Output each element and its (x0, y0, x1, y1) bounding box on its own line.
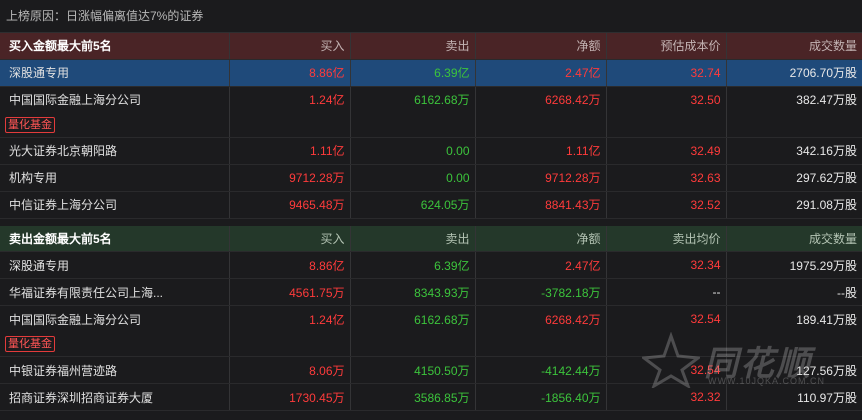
price: 32.63 (606, 164, 727, 192)
col-net[interactable]: 净额 (475, 33, 607, 60)
price: 32.54 (606, 356, 727, 384)
buy-amount: 1.24亿 (229, 86, 351, 113)
col-avg-sell-price[interactable]: 卖出均价 (606, 225, 727, 252)
broker-name[interactable]: 中国国际金融上海分公司 (0, 305, 230, 333)
volume: 127.56万股 (726, 356, 862, 384)
volume: 291.08万股 (726, 191, 862, 219)
price: 32.49 (606, 137, 727, 165)
broker-name[interactable]: 深股通专用 (0, 251, 230, 279)
net-amount: 2.47亿 (475, 251, 607, 279)
table-row[interactable]: 中国国际金融上海分公司 1.24亿 6162.68万 6268.42万 32.5… (0, 86, 862, 113)
volume: 342.16万股 (726, 137, 862, 165)
col-sell[interactable]: 卖出 (350, 225, 476, 252)
table-row[interactable]: 中国国际金融上海分公司 1.24亿 6162.68万 6268.42万 32.5… (0, 305, 862, 333)
sell-amount: 3586.85万 (350, 383, 476, 411)
price: 32.32 (606, 383, 727, 411)
sell-amount: 0.00 (350, 164, 476, 192)
sell-amount: 6.39亿 (350, 59, 476, 87)
table-row[interactable]: 中银证券福州营迹路 8.06万 4150.50万 -4142.44万 32.54… (0, 356, 862, 384)
table-row[interactable]: 光大证券北京朝阳路 1.11亿 0.00 1.11亿 32.49 342.16万… (0, 137, 862, 165)
sell-amount: 6162.68万 (350, 86, 476, 113)
table-row-tag: 量化基金 (0, 332, 862, 357)
table-row[interactable]: 机构专用 9712.28万 0.00 9712.28万 32.63 297.62… (0, 164, 862, 192)
price: -- (606, 278, 727, 306)
broker-name[interactable]: 华福证券有限责任公司上海... (0, 278, 230, 306)
table-row-tag: 量化基金 (0, 113, 862, 138)
price: 32.52 (606, 191, 727, 219)
buy-amount: 9712.28万 (229, 164, 351, 192)
buy-amount: 8.86亿 (229, 251, 351, 279)
col-buy[interactable]: 买入 (229, 225, 351, 252)
sell-amount: 4150.50万 (350, 356, 476, 384)
col-est-cost[interactable]: 预估成本价 (606, 33, 727, 60)
net-amount: 8841.43万 (475, 191, 607, 219)
volume: 110.97万股 (726, 383, 862, 411)
table-row[interactable]: 华福证券有限责任公司上海... 4561.75万 8343.93万 -3782.… (0, 278, 862, 306)
buy-table-header: 买入金额最大前5名 买入 卖出 净额 预估成本价 成交数量 (0, 33, 862, 60)
broker-name[interactable]: 中信证券上海分公司 (0, 191, 230, 219)
buy-amount: 1.11亿 (229, 137, 351, 165)
table-row[interactable]: 深股通专用 8.86亿 6.39亿 2.47亿 32.34 1975.29万股 (0, 251, 862, 279)
broker-name[interactable]: 中银证券福州营迹路 (0, 356, 230, 384)
quant-fund-badge[interactable]: 量化基金 (5, 116, 55, 133)
sell-section-title: 卖出金额最大前5名 (0, 225, 230, 252)
price: 32.34 (606, 251, 727, 279)
sell-amount: 0.00 (350, 137, 476, 165)
buy-amount: 8.06万 (229, 356, 351, 384)
table-row[interactable]: 招商证券深圳招商证券大厦 1730.45万 3586.85万 -1856.40万… (0, 383, 862, 411)
buy-amount: 8.86亿 (229, 59, 351, 87)
buy-amount: 4561.75万 (229, 278, 351, 306)
net-amount: -4142.44万 (475, 356, 607, 384)
broker-name[interactable]: 光大证券北京朝阳路 (0, 137, 230, 165)
price: 32.74 (606, 59, 727, 87)
volume: 2706.70万股 (726, 59, 862, 87)
sell-amount: 8343.93万 (350, 278, 476, 306)
sell-top5-table: 卖出金额最大前5名 买入 卖出 净额 卖出均价 成交数量 深股通专用 8.86亿… (0, 225, 862, 411)
price: 32.50 (606, 86, 727, 113)
sell-amount: 6.39亿 (350, 251, 476, 279)
col-net[interactable]: 净额 (475, 225, 607, 252)
col-volume[interactable]: 成交数量 (726, 33, 862, 60)
col-volume[interactable]: 成交数量 (726, 225, 862, 252)
table-row[interactable]: 深股通专用 8.86亿 6.39亿 2.47亿 32.74 2706.70万股 (0, 59, 862, 87)
net-amount: 9712.28万 (475, 164, 607, 192)
table-row[interactable]: 中信证券上海分公司 9465.48万 624.05万 8841.43万 32.5… (0, 191, 862, 219)
broker-name[interactable]: 中国国际金融上海分公司 (0, 86, 230, 113)
volume: --股 (726, 278, 862, 306)
col-sell[interactable]: 卖出 (350, 33, 476, 60)
volume: 382.47万股 (796, 93, 857, 108)
broker-name[interactable]: 深股通专用 (0, 59, 230, 87)
sell-amount: 624.05万 (350, 191, 476, 219)
buy-section-title: 买入金额最大前5名 (0, 33, 230, 60)
broker-name[interactable]: 招商证券深圳招商证券大厦 (0, 383, 230, 411)
net-amount: -3782.18万 (475, 278, 607, 306)
buy-amount: 1.24亿 (229, 305, 351, 333)
volume: 1975.29万股 (726, 251, 862, 279)
sell-table-header: 卖出金额最大前5名 买入 卖出 净额 卖出均价 成交数量 (0, 225, 862, 252)
net-amount: 6268.42万 (475, 86, 607, 113)
price: 32.54 (606, 305, 727, 333)
col-buy[interactable]: 买入 (229, 33, 351, 60)
net-amount: 2.47亿 (475, 59, 607, 87)
net-amount: 1.11亿 (475, 137, 607, 165)
net-amount: 6268.42万 (475, 305, 607, 333)
buy-top5-table: 买入金额最大前5名 买入 卖出 净额 预估成本价 成交数量 深股通专用 8.86… (0, 33, 862, 219)
net-amount: -1856.40万 (475, 383, 607, 411)
listing-reason: 上榜原因：日涨幅偏离值达7%的证券 (0, 0, 862, 33)
volume: 297.62万股 (726, 164, 862, 192)
buy-amount: 1730.45万 (229, 383, 351, 411)
sell-amount: 6162.68万 (350, 305, 476, 333)
volume: 189.41万股 (796, 312, 857, 327)
buy-amount: 9465.48万 (229, 191, 351, 219)
broker-name[interactable]: 机构专用 (0, 164, 230, 192)
quant-fund-badge[interactable]: 量化基金 (5, 336, 55, 353)
